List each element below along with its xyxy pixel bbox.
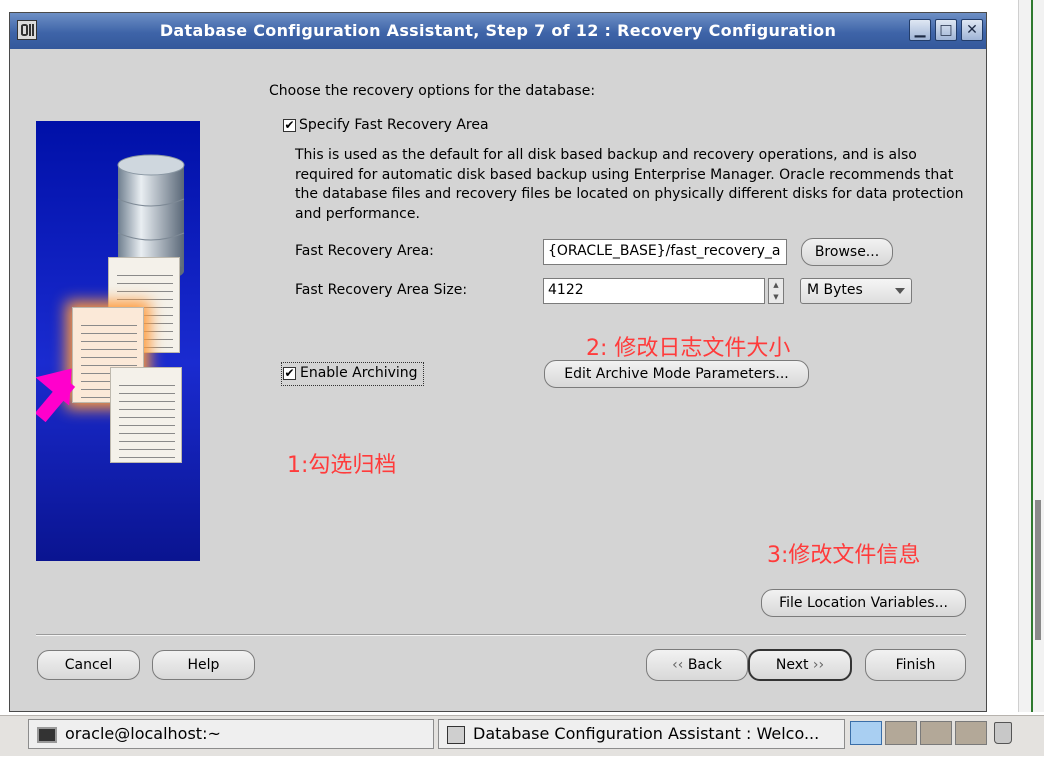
annotation-1: 1:勾选归档 — [287, 453, 397, 478]
help-button[interactable]: Help — [152, 650, 255, 680]
minimize-button[interactable]: ▁ — [909, 19, 931, 41]
trash-icon[interactable] — [994, 722, 1012, 744]
fast-recovery-description: This is used as the default for all disk… — [295, 147, 964, 222]
edge-scrollbar[interactable] — [1035, 500, 1041, 640]
edit-archive-mode-button[interactable]: Edit Archive Mode Parameters... — [544, 360, 809, 388]
enable-archiving-label[interactable]: Enable Archiving — [300, 365, 418, 381]
annotation-2: 2: 修改日志文件大小 — [586, 336, 791, 361]
taskbar-dbca-label: Database Configuration Assistant : Welco… — [473, 724, 820, 743]
size-spinner[interactable]: ▲ ▼ — [768, 278, 784, 304]
taskbar-item-terminal[interactable]: oracle@localhost:~ — [28, 719, 434, 749]
fast-recovery-area-input[interactable]: {ORACLE_BASE}/fast_recovery_a — [543, 239, 787, 265]
chevron-right-icon: ›› — [808, 657, 825, 673]
next-button-label: Next — [775, 657, 809, 673]
dbca-window: Database Configuration Assistant, Step 7… — [9, 12, 987, 712]
workspace-4[interactable] — [955, 721, 987, 745]
workspace-3[interactable] — [920, 721, 952, 745]
window-title: Database Configuration Assistant, Step 7… — [159, 21, 837, 40]
taskbar-terminal-label: oracle@localhost:~ — [65, 724, 221, 743]
workspace-1[interactable] — [850, 721, 882, 745]
spin-up-icon[interactable]: ▲ — [769, 279, 783, 291]
size-unit-value: M Bytes — [807, 282, 863, 298]
next-button[interactable]: Next ›› — [748, 649, 852, 681]
browse-button[interactable]: Browse... — [801, 238, 893, 266]
footer-separator — [36, 634, 966, 636]
size-unit-select[interactable]: M Bytes — [800, 278, 912, 304]
fast-recovery-checkbox[interactable]: ✔ — [283, 119, 296, 132]
document-image — [110, 367, 182, 463]
side-illustration — [36, 121, 200, 561]
fast-recovery-size-label: Fast Recovery Area Size: — [295, 282, 468, 298]
close-button[interactable]: ✕ — [961, 19, 983, 41]
back-button[interactable]: ‹‹ Back — [646, 649, 748, 681]
spin-down-icon[interactable]: ▼ — [769, 291, 783, 303]
edge-line — [1031, 0, 1033, 712]
annotation-3: 3:修改文件信息 — [767, 543, 921, 568]
background-window-edge — [1018, 0, 1044, 712]
title-bar[interactable]: Database Configuration Assistant, Step 7… — [10, 13, 986, 49]
enable-archiving-checkbox[interactable]: ✔ — [283, 367, 296, 380]
terminal-icon — [37, 726, 57, 743]
maximize-button[interactable]: □ — [935, 19, 957, 41]
database-icon — [447, 725, 465, 744]
taskbar-item-dbca[interactable]: Database Configuration Assistant : Welco… — [438, 719, 845, 749]
fast-recovery-size-input[interactable]: 4122 — [543, 278, 765, 304]
file-location-variables-button[interactable]: File Location Variables... — [761, 589, 966, 617]
intro-text: Choose the recovery options for the data… — [269, 83, 596, 99]
taskbar: oracle@localhost:~ Database Configuratio… — [0, 712, 1044, 764]
fast-recovery-checkbox-label[interactable]: Specify Fast Recovery Area — [299, 117, 489, 133]
workspace-2[interactable] — [885, 721, 917, 745]
chevron-down-icon — [895, 288, 905, 294]
chevron-left-icon: ‹‹ — [672, 657, 688, 673]
back-button-label: Back — [687, 657, 722, 673]
fast-recovery-area-label: Fast Recovery Area: — [295, 243, 434, 259]
finish-button[interactable]: Finish — [865, 649, 966, 681]
cancel-button[interactable]: Cancel — [37, 650, 140, 680]
